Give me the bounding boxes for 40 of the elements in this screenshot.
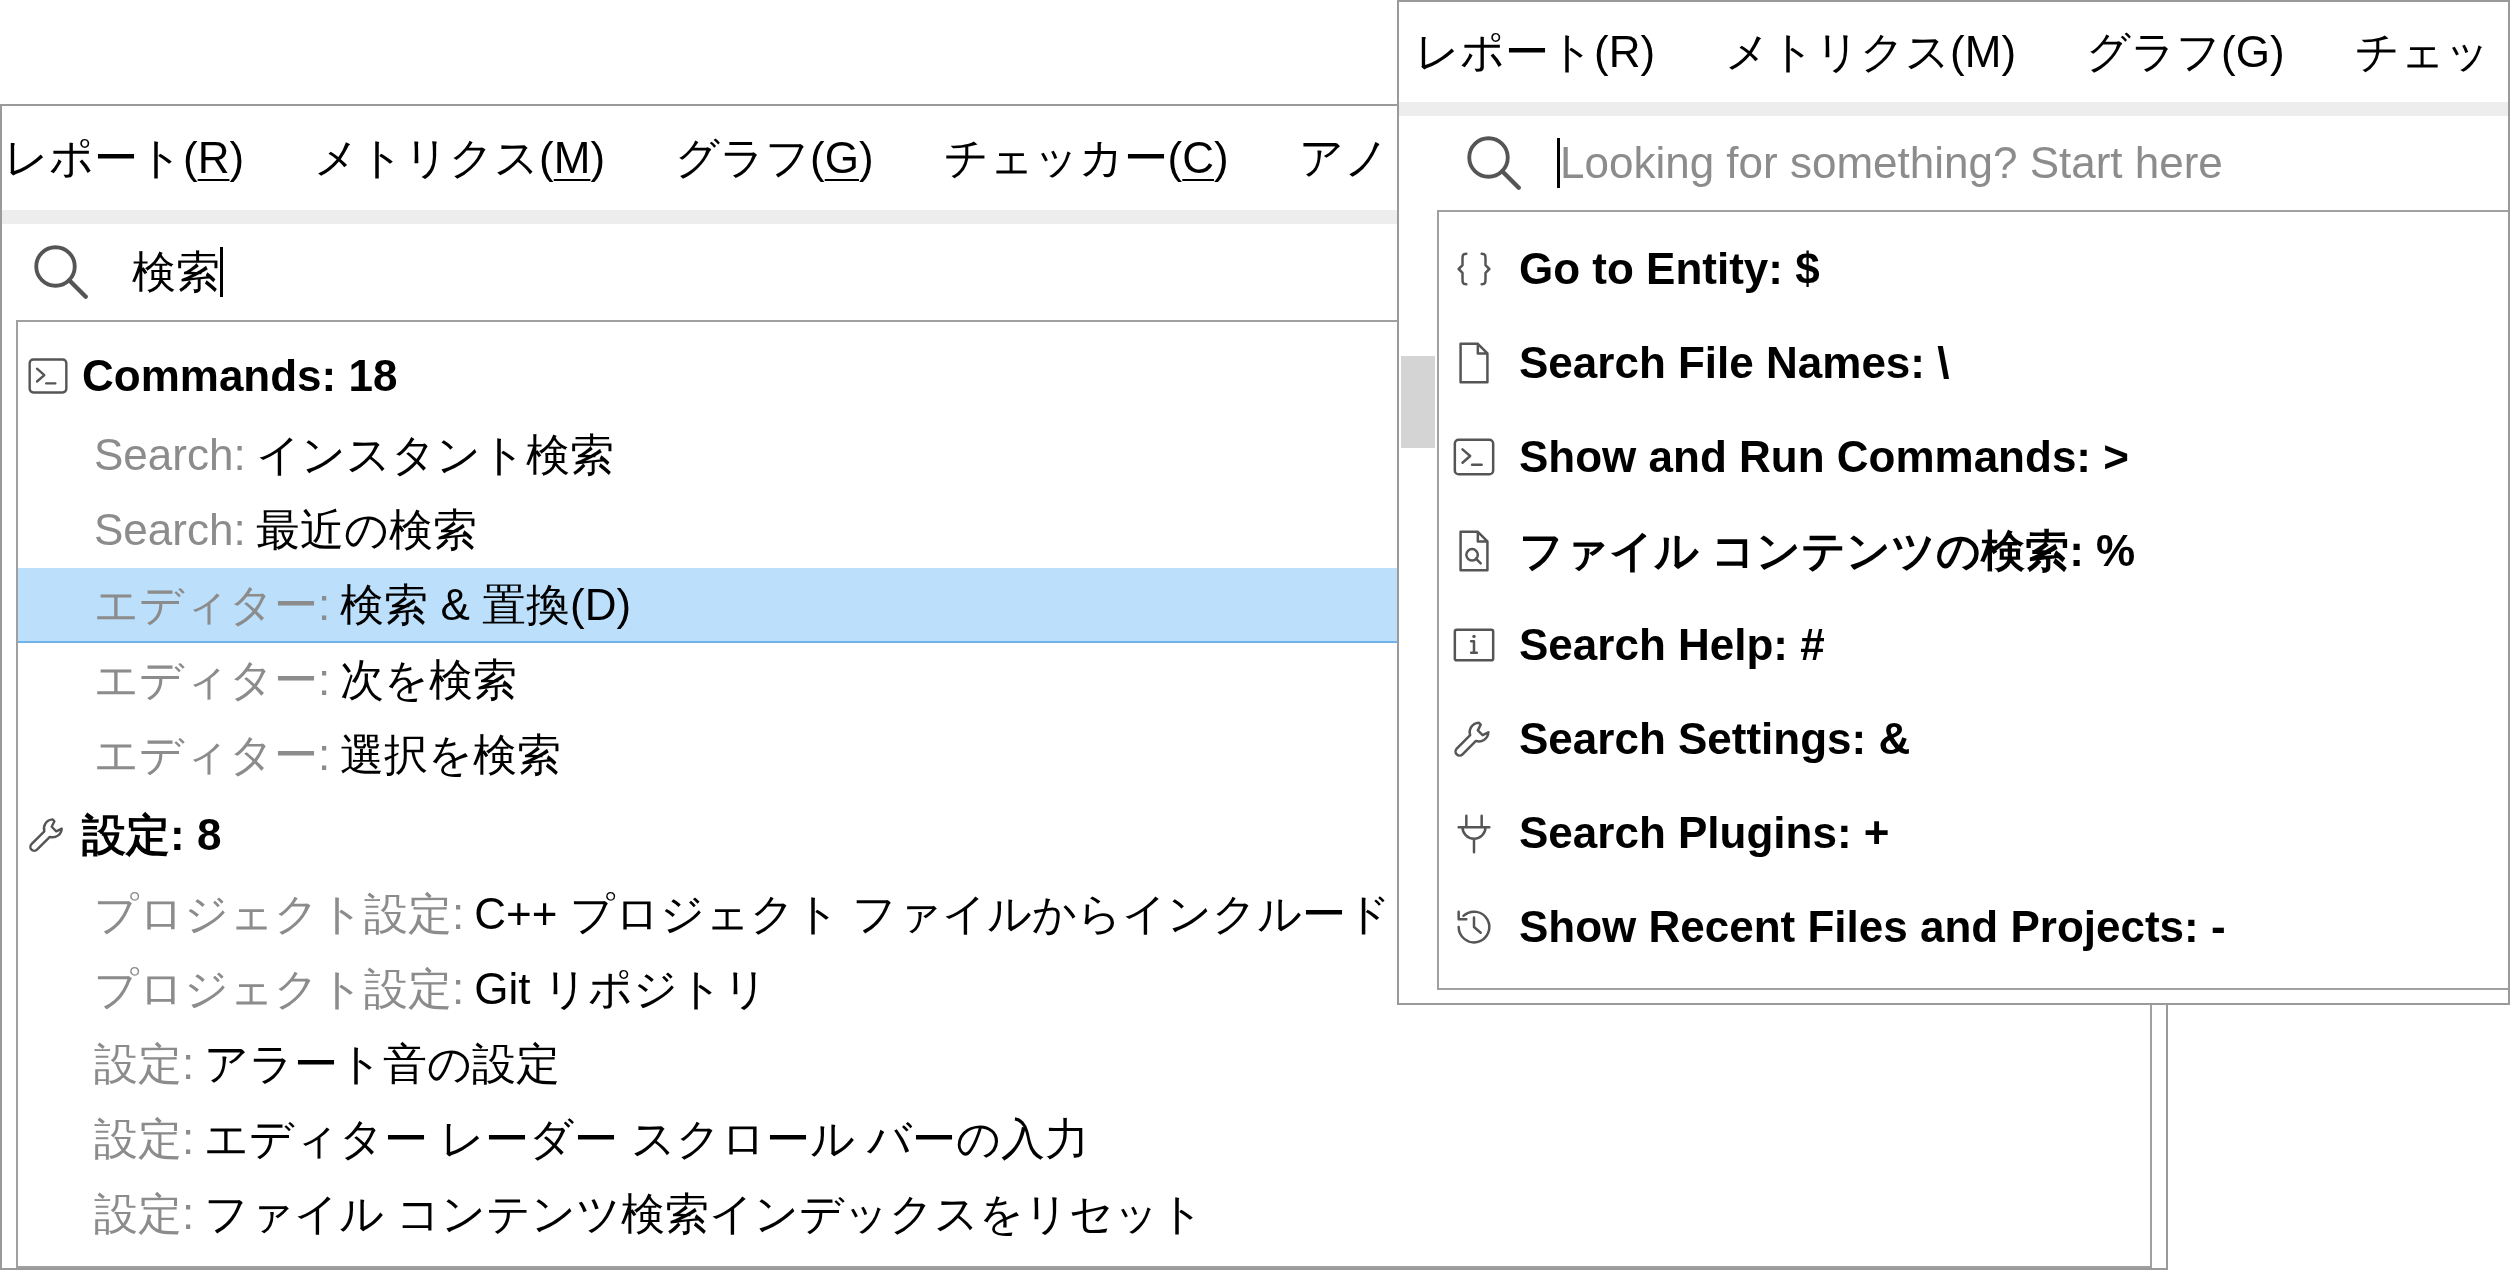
result-category: Search:	[94, 428, 246, 481]
search-option[interactable]: Search Settings: &	[1439, 692, 2508, 786]
group-heading: Commands: 18	[82, 350, 398, 402]
result-text: Git リポジトリ	[474, 962, 768, 1015]
menu-item[interactable]: アノ	[1298, 125, 1389, 191]
result-category: エディター:	[94, 653, 331, 706]
group-heading: 設定: 8	[82, 809, 222, 861]
result-category: Search:	[94, 503, 246, 556]
menu-item[interactable]: チェッ	[2354, 19, 2490, 85]
result-text: アラート音の設定	[204, 1037, 561, 1090]
result-text: インスタント検索	[255, 428, 614, 481]
text-cursor	[1557, 138, 1560, 188]
menu-item[interactable]: レポート(R)	[1415, 19, 1656, 85]
result-text: C++ プロジェクト ファイルからインクルード	[474, 887, 1391, 940]
search-option[interactable]: Show Recent Files and Projects: -	[1439, 880, 2508, 974]
result-category: プロジェクト設定:	[94, 887, 465, 940]
result-row[interactable]: 設定: ファイル コンテンツ検索インデックスをリセット	[18, 1177, 2150, 1252]
result-text: 検索 & 置換(D)	[340, 578, 632, 631]
menu-item[interactable]: レポート(R)	[4, 125, 245, 191]
result-category: エディター:	[94, 578, 331, 631]
result-text: ファイル コンテンツ検索インデックスをリセット	[204, 1187, 1205, 1240]
menu-item[interactable]: グラフ(G)	[675, 125, 874, 191]
menu-item[interactable]: メトリクス(M)	[1725, 19, 2017, 85]
result-category: 設定:	[94, 1037, 195, 1090]
search-option[interactable]: Show and Run Commands: >	[1439, 410, 2508, 504]
search-option[interactable]: Search Plugins: +	[1439, 786, 2508, 880]
result-text: エディター レーダー スクロール バーの入力	[204, 1112, 1089, 1165]
menu-item[interactable]: グラフ(G)	[2086, 19, 2285, 85]
result-text: 選択を検索	[340, 728, 562, 781]
result-category: 設定:	[94, 1187, 195, 1240]
result-row[interactable]: 設定: エディター レーダー スクロール バーの入力	[18, 1102, 2150, 1177]
result-text: 次を検索	[340, 653, 518, 706]
text-cursor	[220, 247, 223, 297]
result-text: 最近の検索	[255, 503, 477, 556]
menu-item[interactable]: チェッカー(C)	[943, 125, 1229, 191]
result-category: プロジェクト設定:	[94, 962, 465, 1015]
result-category: エディター:	[94, 728, 331, 781]
result-category: 設定:	[94, 1112, 195, 1165]
result-row[interactable]: 設定: アラート音の設定	[18, 1027, 2150, 1102]
menu-item[interactable]: メトリクス(M)	[314, 125, 606, 191]
